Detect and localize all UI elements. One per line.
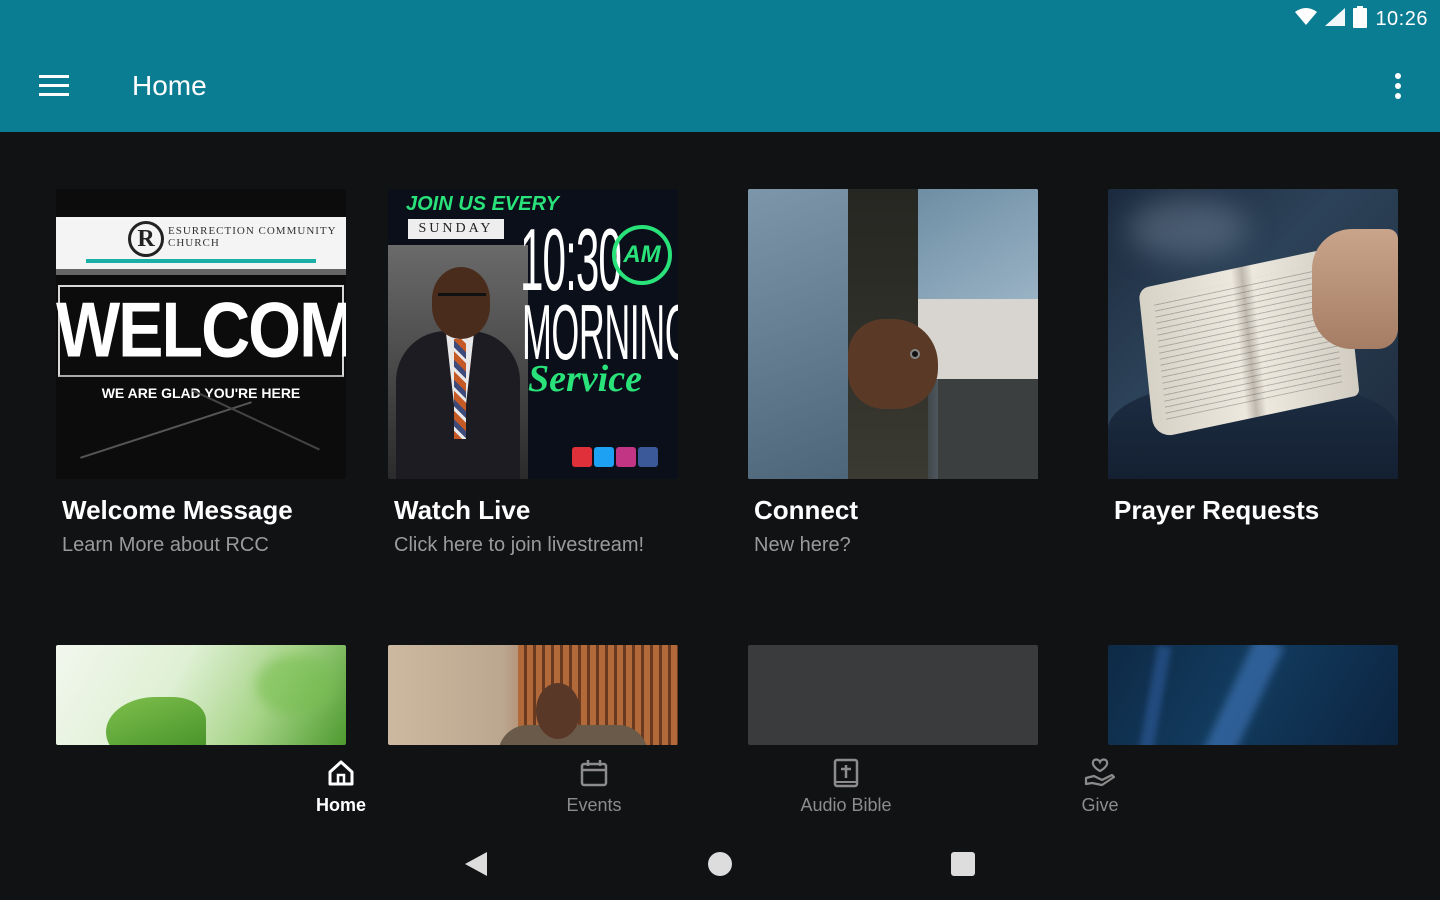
card-welcome-message[interactable]: R ESURRECTION COMMUNITY CHURCH WELCOME W…: [56, 189, 348, 557]
card-subtitle: New here?: [754, 534, 851, 556]
home-icon: [325, 757, 357, 789]
status-time: 10:26: [1375, 8, 1428, 30]
bottom-navigation: Home Events Audio Bible Give: [0, 747, 1440, 827]
more-vert-icon[interactable]: [1386, 66, 1410, 106]
speaker-face: [536, 683, 580, 739]
card-subtitle: Learn More about RCC: [62, 534, 269, 556]
card-title: Watch Live: [394, 495, 531, 525]
photo-region: [748, 189, 858, 479]
photo-region: [1201, 645, 1285, 745]
holding-hands: [848, 319, 938, 409]
status-bar: 10:26: [0, 0, 1440, 40]
calendar-icon: [578, 757, 610, 789]
signal-icon: [1325, 8, 1346, 31]
twitter-icon: [594, 447, 614, 467]
instagram-icon: [616, 447, 636, 467]
hamburger-menu-icon[interactable]: [36, 68, 72, 104]
photo-region: [256, 655, 336, 715]
nav-label: Audio Bible: [800, 795, 892, 815]
pastor-glasses: [438, 293, 486, 303]
welcome-image[interactable]: R ESURRECTION COMMUNITY CHURCH WELCOME W…: [56, 189, 346, 479]
service-text: Service: [528, 358, 642, 400]
card-prayer-requests[interactable]: Prayer Requests: [1108, 189, 1400, 534]
nav-label: Home: [315, 795, 366, 815]
card-watch-live[interactable]: JOIN US EVERY SUNDAY 10:30 AM MORNING Se…: [388, 189, 680, 557]
back-icon[interactable]: [456, 847, 496, 881]
nav-give[interactable]: Give: [1020, 757, 1180, 816]
card-title: Connect: [754, 495, 858, 525]
card-title: Welcome Message: [62, 495, 293, 525]
card-thumbnail-placeholder[interactable]: [748, 645, 1038, 745]
nav-events[interactable]: Events: [514, 757, 674, 816]
hand: [1312, 229, 1398, 349]
home-circle-icon[interactable]: [700, 847, 740, 881]
card-connect[interactable]: Connect New here?: [748, 189, 1040, 557]
photo-region: [938, 379, 1038, 479]
wifi-icon: [1295, 8, 1318, 31]
prayer-image[interactable]: [1108, 189, 1398, 479]
card-thumbnail-speaker[interactable]: [388, 645, 678, 745]
divider: [56, 269, 346, 275]
photo-region: [1138, 645, 1172, 745]
recents-icon[interactable]: [943, 847, 983, 881]
pastor-head: [432, 267, 490, 339]
leaf: [106, 697, 206, 745]
nav-label: Give: [1081, 795, 1119, 815]
system-navigation-bar: [0, 827, 1440, 900]
battery-icon: [1353, 6, 1368, 33]
welcome-headline: WELCOME: [56, 286, 346, 374]
app-bar: Home: [0, 40, 1440, 132]
give-hand-icon: [1084, 757, 1116, 789]
bible-icon: [830, 757, 862, 789]
card-thumbnail-blue[interactable]: [1108, 645, 1398, 745]
nav-home[interactable]: Home: [261, 757, 421, 816]
connect-image[interactable]: [748, 189, 1038, 479]
content-grid: R ESURRECTION COMMUNITY CHURCH WELCOME W…: [0, 132, 1440, 747]
social-icons: [572, 447, 658, 467]
photo-region: [918, 189, 1038, 309]
watch-live-image[interactable]: JOIN US EVERY SUNDAY 10:30 AM MORNING Se…: [388, 189, 678, 479]
pastor-tie: [454, 339, 466, 439]
decoration: [80, 401, 252, 459]
nav-audio-bible[interactable]: Audio Bible: [766, 757, 926, 816]
am-badge: AM: [612, 225, 672, 285]
youtube-icon: [572, 447, 592, 467]
facebook-icon: [638, 447, 658, 467]
ring: [910, 349, 920, 359]
card-title: Prayer Requests: [1114, 495, 1320, 525]
nav-label: Events: [566, 795, 622, 815]
card-thumbnail-leaf[interactable]: [56, 645, 346, 745]
church-logo: R: [128, 221, 164, 257]
church-logo-text: ESURRECTION COMMUNITY CHURCH: [168, 225, 337, 249]
status-icons: 10:26: [1295, 6, 1428, 33]
card-subtitle: Click here to join livestream!: [394, 534, 645, 556]
page-title: Home: [132, 70, 207, 101]
sunday-label: SUNDAY: [408, 219, 504, 239]
divider: [86, 259, 316, 263]
photo-region: [1128, 199, 1248, 259]
